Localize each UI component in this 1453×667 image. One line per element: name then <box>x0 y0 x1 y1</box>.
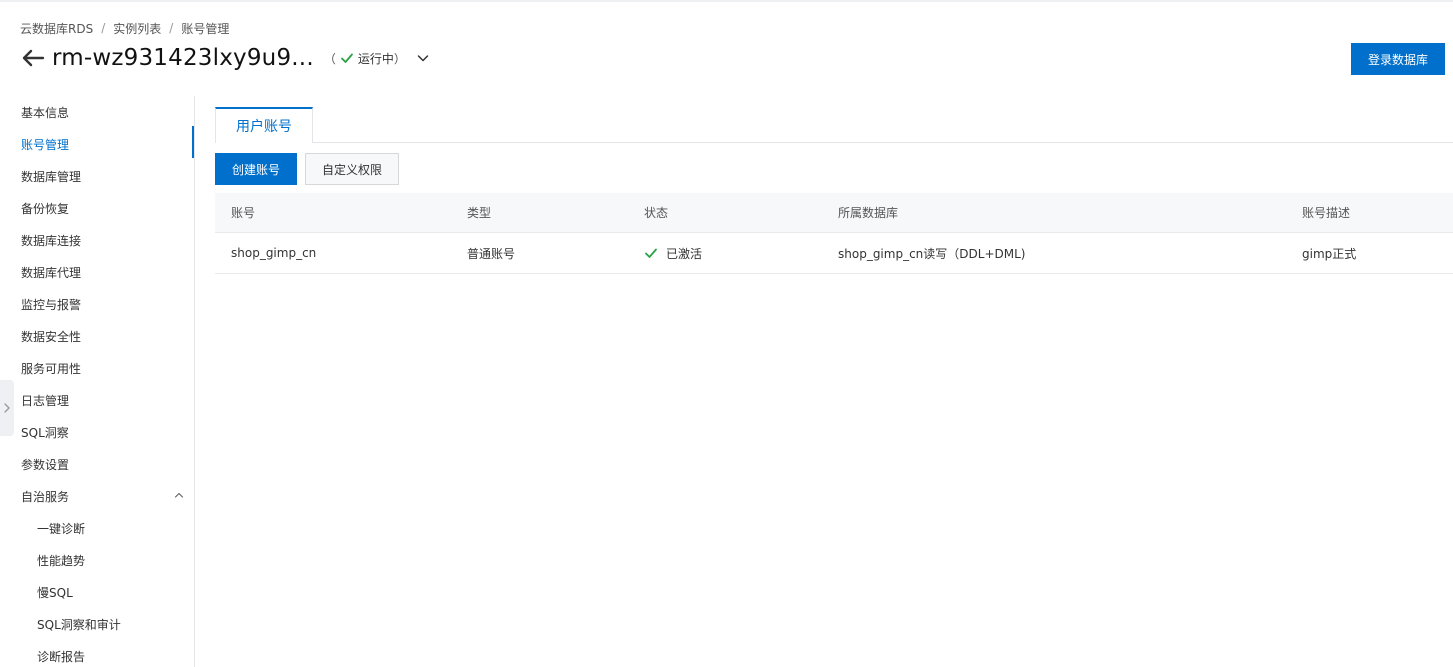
sidebar-item-database-proxy[interactable]: 数据库代理 <box>21 262 81 282</box>
top-divider <box>0 0 1453 2</box>
column-header-database: 所属数据库 <box>838 206 899 220</box>
column-header-account: 账号 <box>231 206 256 220</box>
custom-permission-button[interactable]: 自定义权限 <box>305 153 399 185</box>
status-text: 运行中 <box>357 51 394 66</box>
status-paren-open: （ <box>323 51 336 66</box>
breadcrumb-item-current: 账号管理 <box>181 21 230 36</box>
table-header: 账号 类型 状态 所属数据库 账号描述 <box>215 193 1453 233</box>
sidebar-item-sql-insight[interactable]: SQL洞察 <box>21 422 69 442</box>
chevron-right-icon <box>2 402 12 414</box>
sidebar-item-log-management[interactable]: 日志管理 <box>21 390 69 410</box>
sidebar-subitem-sql-insight-audit[interactable]: SQL洞察和审计 <box>37 614 121 634</box>
check-icon <box>644 246 658 260</box>
tab-user-accounts[interactable]: 用户账号 <box>215 107 313 143</box>
accounts-table: 账号 类型 状态 所属数据库 账号描述 shop_gimp_cn 普通账号 已激… <box>215 193 1453 274</box>
column-header-type: 类型 <box>467 206 492 220</box>
instance-status: （ 运行中 ） <box>324 50 430 67</box>
arrow-left-icon[interactable] <box>20 45 46 71</box>
sidebar-item-account-management[interactable]: 账号管理 <box>21 134 69 154</box>
status-paren-close: ） <box>393 51 406 66</box>
cell-database: shop_gimp_cn读写（DDL+DML) <box>838 246 1026 261</box>
column-header-description: 账号描述 <box>1302 206 1351 220</box>
page-title: rm-wz931423lxy9u9... <box>52 45 314 71</box>
table-row: shop_gimp_cn 普通账号 已激活 shop_gimp_cn读写（DDL… <box>215 233 1453 274</box>
chevron-up-icon[interactable] <box>173 489 185 501</box>
breadcrumb-item-instances[interactable]: 实例列表 <box>113 20 161 37</box>
sidebar-item-backup-restore[interactable]: 备份恢复 <box>21 198 69 218</box>
sidebar-item-basic-info[interactable]: 基本信息 <box>21 102 69 122</box>
sidebar-subitem-performance-trend[interactable]: 性能趋势 <box>37 550 85 570</box>
breadcrumb-separator: / <box>169 21 174 35</box>
sidebar-subitem-slow-sql[interactable]: 慢SQL <box>37 582 73 602</box>
sidebar-item-service-availability[interactable]: 服务可用性 <box>21 358 81 378</box>
sidebar-subitem-one-click-diagnosis[interactable]: 一键诊断 <box>37 518 85 538</box>
title-row: rm-wz931423lxy9u9... （ 运行中 ） <box>20 40 430 76</box>
sidebar-item-database-connection[interactable]: 数据库连接 <box>21 230 81 250</box>
sidebar-subitem-diagnosis-report[interactable]: 诊断报告 <box>37 646 85 666</box>
cell-account: shop_gimp_cn <box>231 246 317 260</box>
check-icon <box>340 51 354 65</box>
sidebar-item-database-management[interactable]: 数据库管理 <box>21 166 81 186</box>
cell-status: 已激活 <box>644 233 702 273</box>
sidebar-active-indicator <box>192 126 194 158</box>
tabs-divider <box>215 142 1453 143</box>
sidebar-item-monitoring-alerts[interactable]: 监控与报警 <box>21 294 81 314</box>
sidebar-item-parameter-settings[interactable]: 参数设置 <box>21 454 69 474</box>
sidebar-collapse-handle[interactable] <box>0 380 14 436</box>
breadcrumb-item-rds[interactable]: 云数据库RDS <box>20 20 93 37</box>
column-header-status: 状态 <box>644 206 669 220</box>
chevron-down-icon[interactable] <box>416 51 430 65</box>
login-database-button[interactable]: 登录数据库 <box>1351 43 1445 75</box>
cell-type: 普通账号 <box>467 246 516 261</box>
status-badge: 已激活 <box>666 246 703 261</box>
cell-description: gimp正式 <box>1302 246 1357 261</box>
sidebar-item-autonomous-service[interactable]: 自治服务 <box>21 486 69 506</box>
breadcrumb-separator: / <box>101 21 106 35</box>
breadcrumb: 云数据库RDS / 实例列表 / 账号管理 <box>20 20 229 36</box>
create-account-button[interactable]: 创建账号 <box>215 153 297 185</box>
sidebar-item-data-security[interactable]: 数据安全性 <box>21 326 81 346</box>
